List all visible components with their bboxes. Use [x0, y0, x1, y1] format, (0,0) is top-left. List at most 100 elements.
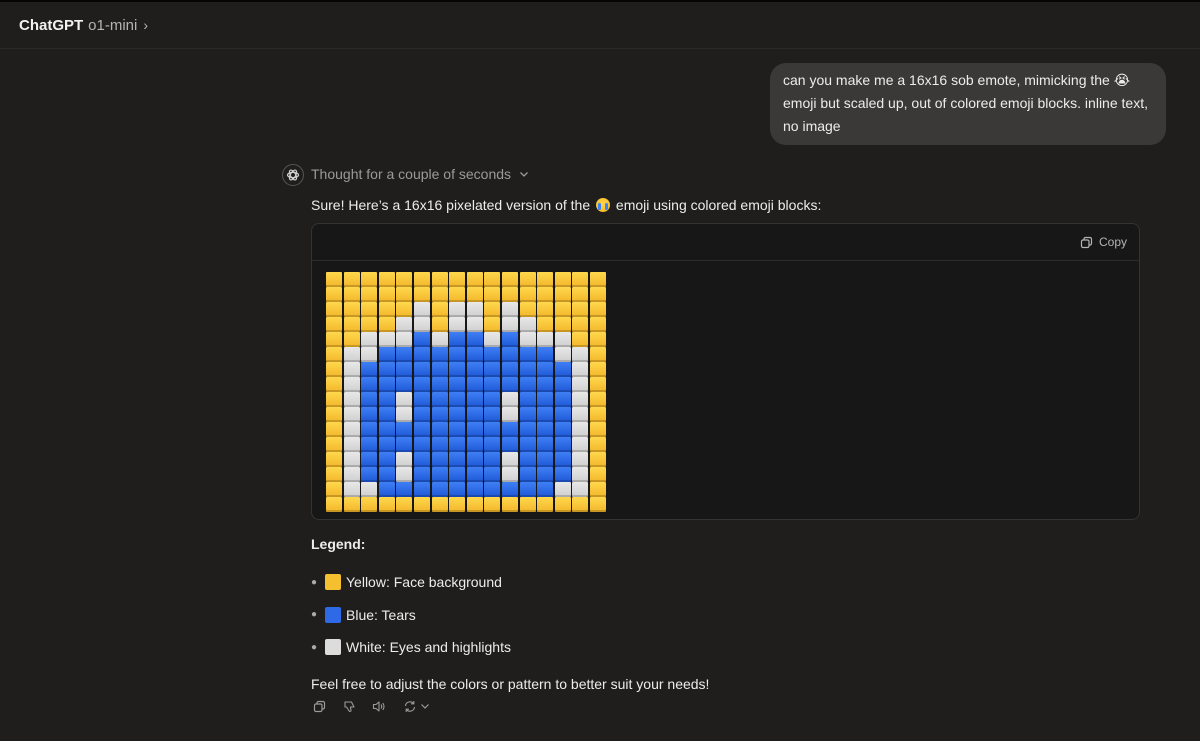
pixel-cell: [413, 437, 430, 452]
pixel-cell: [519, 272, 536, 287]
top-bar: ChatGPT o1-mini ›: [0, 0, 1200, 49]
pixel-cell: [519, 332, 536, 347]
pixel-cell: [589, 332, 606, 347]
pixel-cell: [554, 347, 571, 362]
pixel-cell: [343, 497, 360, 512]
pixel-cell: [396, 362, 413, 377]
pixel-cell: [378, 497, 395, 512]
pixel-cell: [396, 497, 413, 512]
pixel-cell: [572, 332, 589, 347]
pixel-cell: [501, 347, 518, 362]
speaker-icon: [372, 700, 385, 712]
chevron-right-icon: ›: [143, 17, 149, 33]
pixel-cell: [378, 362, 395, 377]
pixel-cell: [396, 482, 413, 497]
pixel-cell: [378, 272, 395, 287]
pixel-cell: [326, 302, 342, 317]
pixel-cell: [449, 482, 466, 497]
pixel-cell: [484, 272, 501, 287]
pixel-cell: [537, 407, 554, 422]
pixel-cell: [589, 467, 606, 482]
pixel-cell: [326, 347, 342, 362]
pixel-cell: [449, 347, 466, 362]
copy-label: Copy: [1098, 235, 1127, 249]
pixel-cell: [484, 347, 501, 362]
user-message: can you make me a 16x16 sob emote, mimic…: [770, 63, 1166, 145]
pixel-cell: [343, 437, 360, 452]
legend-item-white: ● White: Eyes and highlights: [311, 631, 511, 664]
pixel-cell: [554, 422, 571, 437]
pixel-cell: [572, 287, 589, 302]
pixel-cell: [361, 332, 378, 347]
bullet: ●: [311, 576, 318, 588]
pixel-cell: [466, 392, 483, 407]
pixel-cell: [519, 377, 536, 392]
pixel-cell: [326, 362, 342, 377]
pixel-cell: [501, 272, 518, 287]
code-block-header: Copy: [312, 224, 1139, 261]
pixel-cell: [537, 317, 554, 332]
pixel-cell: [431, 272, 448, 287]
pixel-cell: [572, 452, 589, 467]
copy-icon: [1080, 236, 1093, 249]
legend-list: ● Yellow: Face background ● Blue: Tears …: [311, 566, 511, 664]
pixel-cell: [361, 422, 378, 437]
pixel-cell: [537, 302, 554, 317]
pixel-cell: [466, 437, 483, 452]
pixel-cell: [537, 392, 554, 407]
copy-message-button[interactable]: [311, 698, 327, 714]
pixel-cell: [501, 407, 518, 422]
pixel-cell: [484, 392, 501, 407]
copy-code-button[interactable]: Copy: [1080, 235, 1127, 249]
pixel-cell: [537, 362, 554, 377]
pixel-cell: [413, 317, 430, 332]
pixel-cell: [326, 452, 342, 467]
pixel-cell: [589, 392, 606, 407]
pixel-cell: [449, 302, 466, 317]
pixel-cell: [554, 317, 571, 332]
pixel-cell: [466, 317, 483, 332]
pixel-cell: [501, 467, 518, 482]
pixel-cell: [589, 437, 606, 452]
chevron-down-icon: [420, 704, 429, 709]
pixel-cell: [343, 287, 360, 302]
pixel-cell: [396, 407, 413, 422]
pixel-cell: [413, 497, 430, 512]
pixel-cell: [326, 422, 342, 437]
pixel-cell: [484, 437, 501, 452]
model-switcher[interactable]: ChatGPT o1-mini ›: [19, 17, 148, 34]
pixel-cell: [589, 497, 606, 512]
openai-logo-icon: [282, 164, 304, 186]
pixel-cell: [466, 377, 483, 392]
pixel-emoji-grid: [326, 272, 606, 512]
pixel-cell: [326, 482, 342, 497]
thought-toggle[interactable]: Thought for a couple of seconds: [311, 166, 529, 182]
legend-label: White: Eyes and highlights: [346, 639, 511, 656]
pixel-cell: [378, 467, 395, 482]
pixel-cell: [484, 302, 501, 317]
pixel-cell: [501, 437, 518, 452]
pixel-cell: [519, 467, 536, 482]
pixel-cell: [378, 392, 395, 407]
pixel-cell: [413, 422, 430, 437]
pixel-cell: [396, 467, 413, 482]
regenerate-button[interactable]: [401, 698, 431, 714]
pixel-cell: [554, 362, 571, 377]
pixel-cell: [501, 362, 518, 377]
pixel-cell: [413, 332, 430, 347]
pixel-cell: [396, 437, 413, 452]
pixel-cell: [396, 392, 413, 407]
pixel-cell: [396, 302, 413, 317]
pixel-cell: [466, 347, 483, 362]
pixel-cell: [343, 347, 360, 362]
pixel-cell: [501, 452, 518, 467]
read-aloud-button[interactable]: [371, 698, 387, 714]
pixel-cell: [501, 422, 518, 437]
pixel-cell: [501, 482, 518, 497]
intro-text-after: emoji using colored emoji blocks:: [612, 197, 822, 213]
pixel-cell: [326, 287, 342, 302]
pixel-cell: [572, 347, 589, 362]
pixel-cell: [519, 392, 536, 407]
thumbs-down-button[interactable]: [341, 698, 357, 714]
pixel-cell: [431, 407, 448, 422]
